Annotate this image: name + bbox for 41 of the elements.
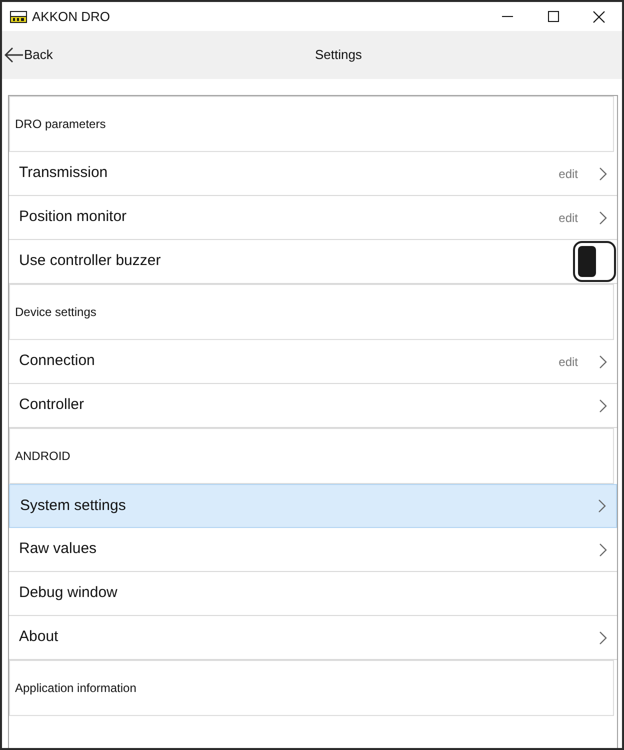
settings-row[interactable]: Controller — [9, 384, 617, 428]
row-label: Use controller buzzer — [19, 251, 161, 272]
chevron-right-icon — [598, 499, 606, 513]
settings-row[interactable]: Use controller buzzer — [9, 240, 617, 284]
chevron-right-icon — [599, 630, 607, 644]
section-title: DRO parameters — [15, 116, 106, 133]
chevron-right-icon — [599, 166, 607, 180]
toggle-switch[interactable] — [573, 241, 616, 282]
chevron-right-icon — [599, 542, 607, 556]
settings-row[interactable]: Connection edit — [9, 340, 617, 384]
row-label: Raw values — [19, 539, 97, 560]
row-label: Transmission — [19, 163, 108, 184]
row-label: Connection — [19, 351, 95, 372]
chevron-right-icon — [599, 398, 607, 412]
chevron-right-icon — [599, 210, 607, 224]
row-label: System settings — [20, 496, 126, 516]
section-title: ANDROID — [15, 448, 70, 465]
minimize-icon — [502, 16, 512, 17]
settings-row[interactable]: Raw values — [9, 528, 617, 572]
settings-row[interactable]: Debug window — [9, 572, 617, 616]
back-button[interactable]: Back — [2, 31, 55, 79]
app-logo-icon — [10, 10, 27, 22]
section-title: Application information — [15, 680, 136, 697]
chevron-right-icon — [599, 354, 607, 368]
section-title: Device settings — [15, 304, 96, 321]
settings-row[interactable]: Position monitor edit — [9, 196, 617, 240]
edit-hint: edit — [558, 166, 578, 182]
edit-hint: edit — [558, 354, 578, 370]
settings-row[interactable]: About — [9, 616, 617, 660]
row-label: About — [19, 627, 58, 648]
edit-hint: edit — [558, 210, 578, 226]
row-label: Controller — [19, 395, 84, 416]
close-icon — [593, 10, 605, 22]
back-arrow-icon — [4, 47, 23, 63]
row-label: Position monitor — [19, 207, 127, 228]
settings-row[interactable]: Transmission edit — [9, 152, 617, 196]
window-title: AKKON DRO — [32, 8, 110, 26]
page-title: Settings — [314, 46, 362, 64]
row-label: Debug window — [19, 583, 118, 604]
maximize-icon — [548, 11, 558, 22]
settings-row[interactable]: System settings — [9, 484, 617, 528]
